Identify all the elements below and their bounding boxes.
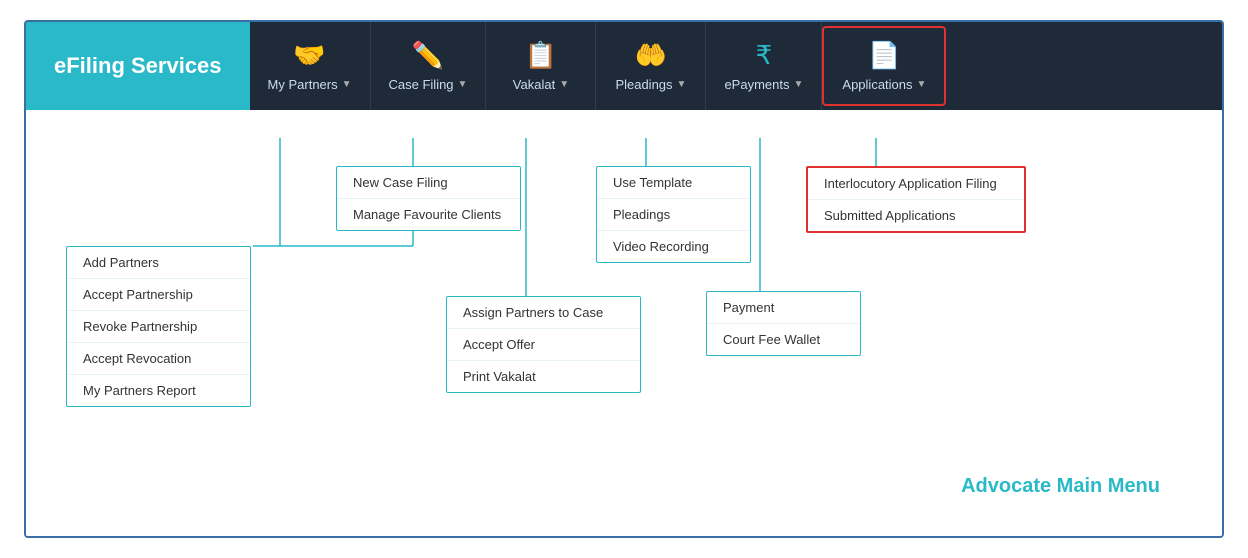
vakalat-item-2[interactable]: Print Vakalat [447,361,640,392]
applications-dropdown: Interlocutory Application Filing Submitt… [806,166,1026,233]
case-filing-dropdown: New Case Filing Manage Favourite Clients [336,166,521,231]
pleadings-item-0[interactable]: Use Template [597,167,750,199]
vakalat-dropdown: Assign Partners to Case Accept Offer Pri… [446,296,641,393]
nav-item-case-filing[interactable]: ✏️ Case Filing ▼ [371,22,487,110]
applications-icon: 📄 [868,40,900,71]
my-partners-item-1[interactable]: Accept Partnership [67,279,250,311]
epayments-dropdown: Payment Court Fee Wallet [706,291,861,356]
nav-items: 🤝 My Partners ▼ ✏️ Case Filing ▼ 📋 Vakal… [250,22,1222,110]
vakalat-arrow: ▼ [559,79,569,90]
diagram: New Case Filing Manage Favourite Clients… [58,138,1190,508]
content-area: New Case Filing Manage Favourite Clients… [26,110,1222,536]
my-partners-dropdown: Add Partners Accept Partnership Revoke P… [66,246,251,407]
pleadings-dropdown: Use Template Pleadings Video Recording [596,166,751,263]
pleadings-icon: 🤲 [635,40,667,71]
pleadings-item-1[interactable]: Pleadings [597,199,750,231]
vakalat-icon: 📋 [525,40,557,71]
applications-arrow: ▼ [917,79,927,90]
vakalat-item-0[interactable]: Assign Partners to Case [447,297,640,329]
applications-label: Applications ▼ [842,77,926,92]
epayments-item-1[interactable]: Court Fee Wallet [707,324,860,355]
case-filing-item-1[interactable]: Manage Favourite Clients [337,199,520,230]
epayments-item-0[interactable]: Payment [707,292,860,324]
nav-item-pleadings[interactable]: 🤲 Pleadings ▼ [596,22,706,110]
epayments-label: ePayments ▼ [724,77,803,92]
my-partners-item-3[interactable]: Accept Revocation [67,343,250,375]
my-partners-item-0[interactable]: Add Partners [67,247,250,279]
applications-item-1[interactable]: Submitted Applications [808,200,1024,231]
nav-item-my-partners[interactable]: 🤝 My Partners ▼ [250,22,371,110]
epayments-icon: ₹ [756,40,773,71]
my-partners-item-2[interactable]: Revoke Partnership [67,311,250,343]
navbar: eFiling Services 🤝 My Partners ▼ ✏️ Case… [26,22,1222,110]
my-partners-icon: 🤝 [293,40,325,71]
vakalat-item-1[interactable]: Accept Offer [447,329,640,361]
case-filing-item-0[interactable]: New Case Filing [337,167,520,199]
pleadings-item-2[interactable]: Video Recording [597,231,750,262]
my-partners-label: My Partners ▼ [268,77,352,92]
vakalat-label: Vakalat ▼ [513,77,569,92]
nav-item-epayments[interactable]: ₹ ePayments ▼ [706,22,822,110]
brand-label: eFiling Services [26,22,250,110]
nav-item-applications[interactable]: 📄 Applications ▼ [822,26,946,106]
case-filing-icon: ✏️ [412,40,444,71]
outer-container: eFiling Services 🤝 My Partners ▼ ✏️ Case… [24,20,1224,538]
pleadings-label: Pleadings ▼ [615,77,686,92]
case-filing-arrow: ▼ [458,79,468,90]
pleadings-arrow: ▼ [677,79,687,90]
nav-item-vakalat[interactable]: 📋 Vakalat ▼ [486,22,596,110]
advocate-main-menu-label: Advocate Main Menu [961,475,1160,498]
my-partners-item-4[interactable]: My Partners Report [67,375,250,406]
my-partners-arrow: ▼ [342,79,352,90]
case-filing-label: Case Filing ▼ [389,77,468,92]
epayments-arrow: ▼ [794,79,804,90]
applications-item-0[interactable]: Interlocutory Application Filing [808,168,1024,200]
